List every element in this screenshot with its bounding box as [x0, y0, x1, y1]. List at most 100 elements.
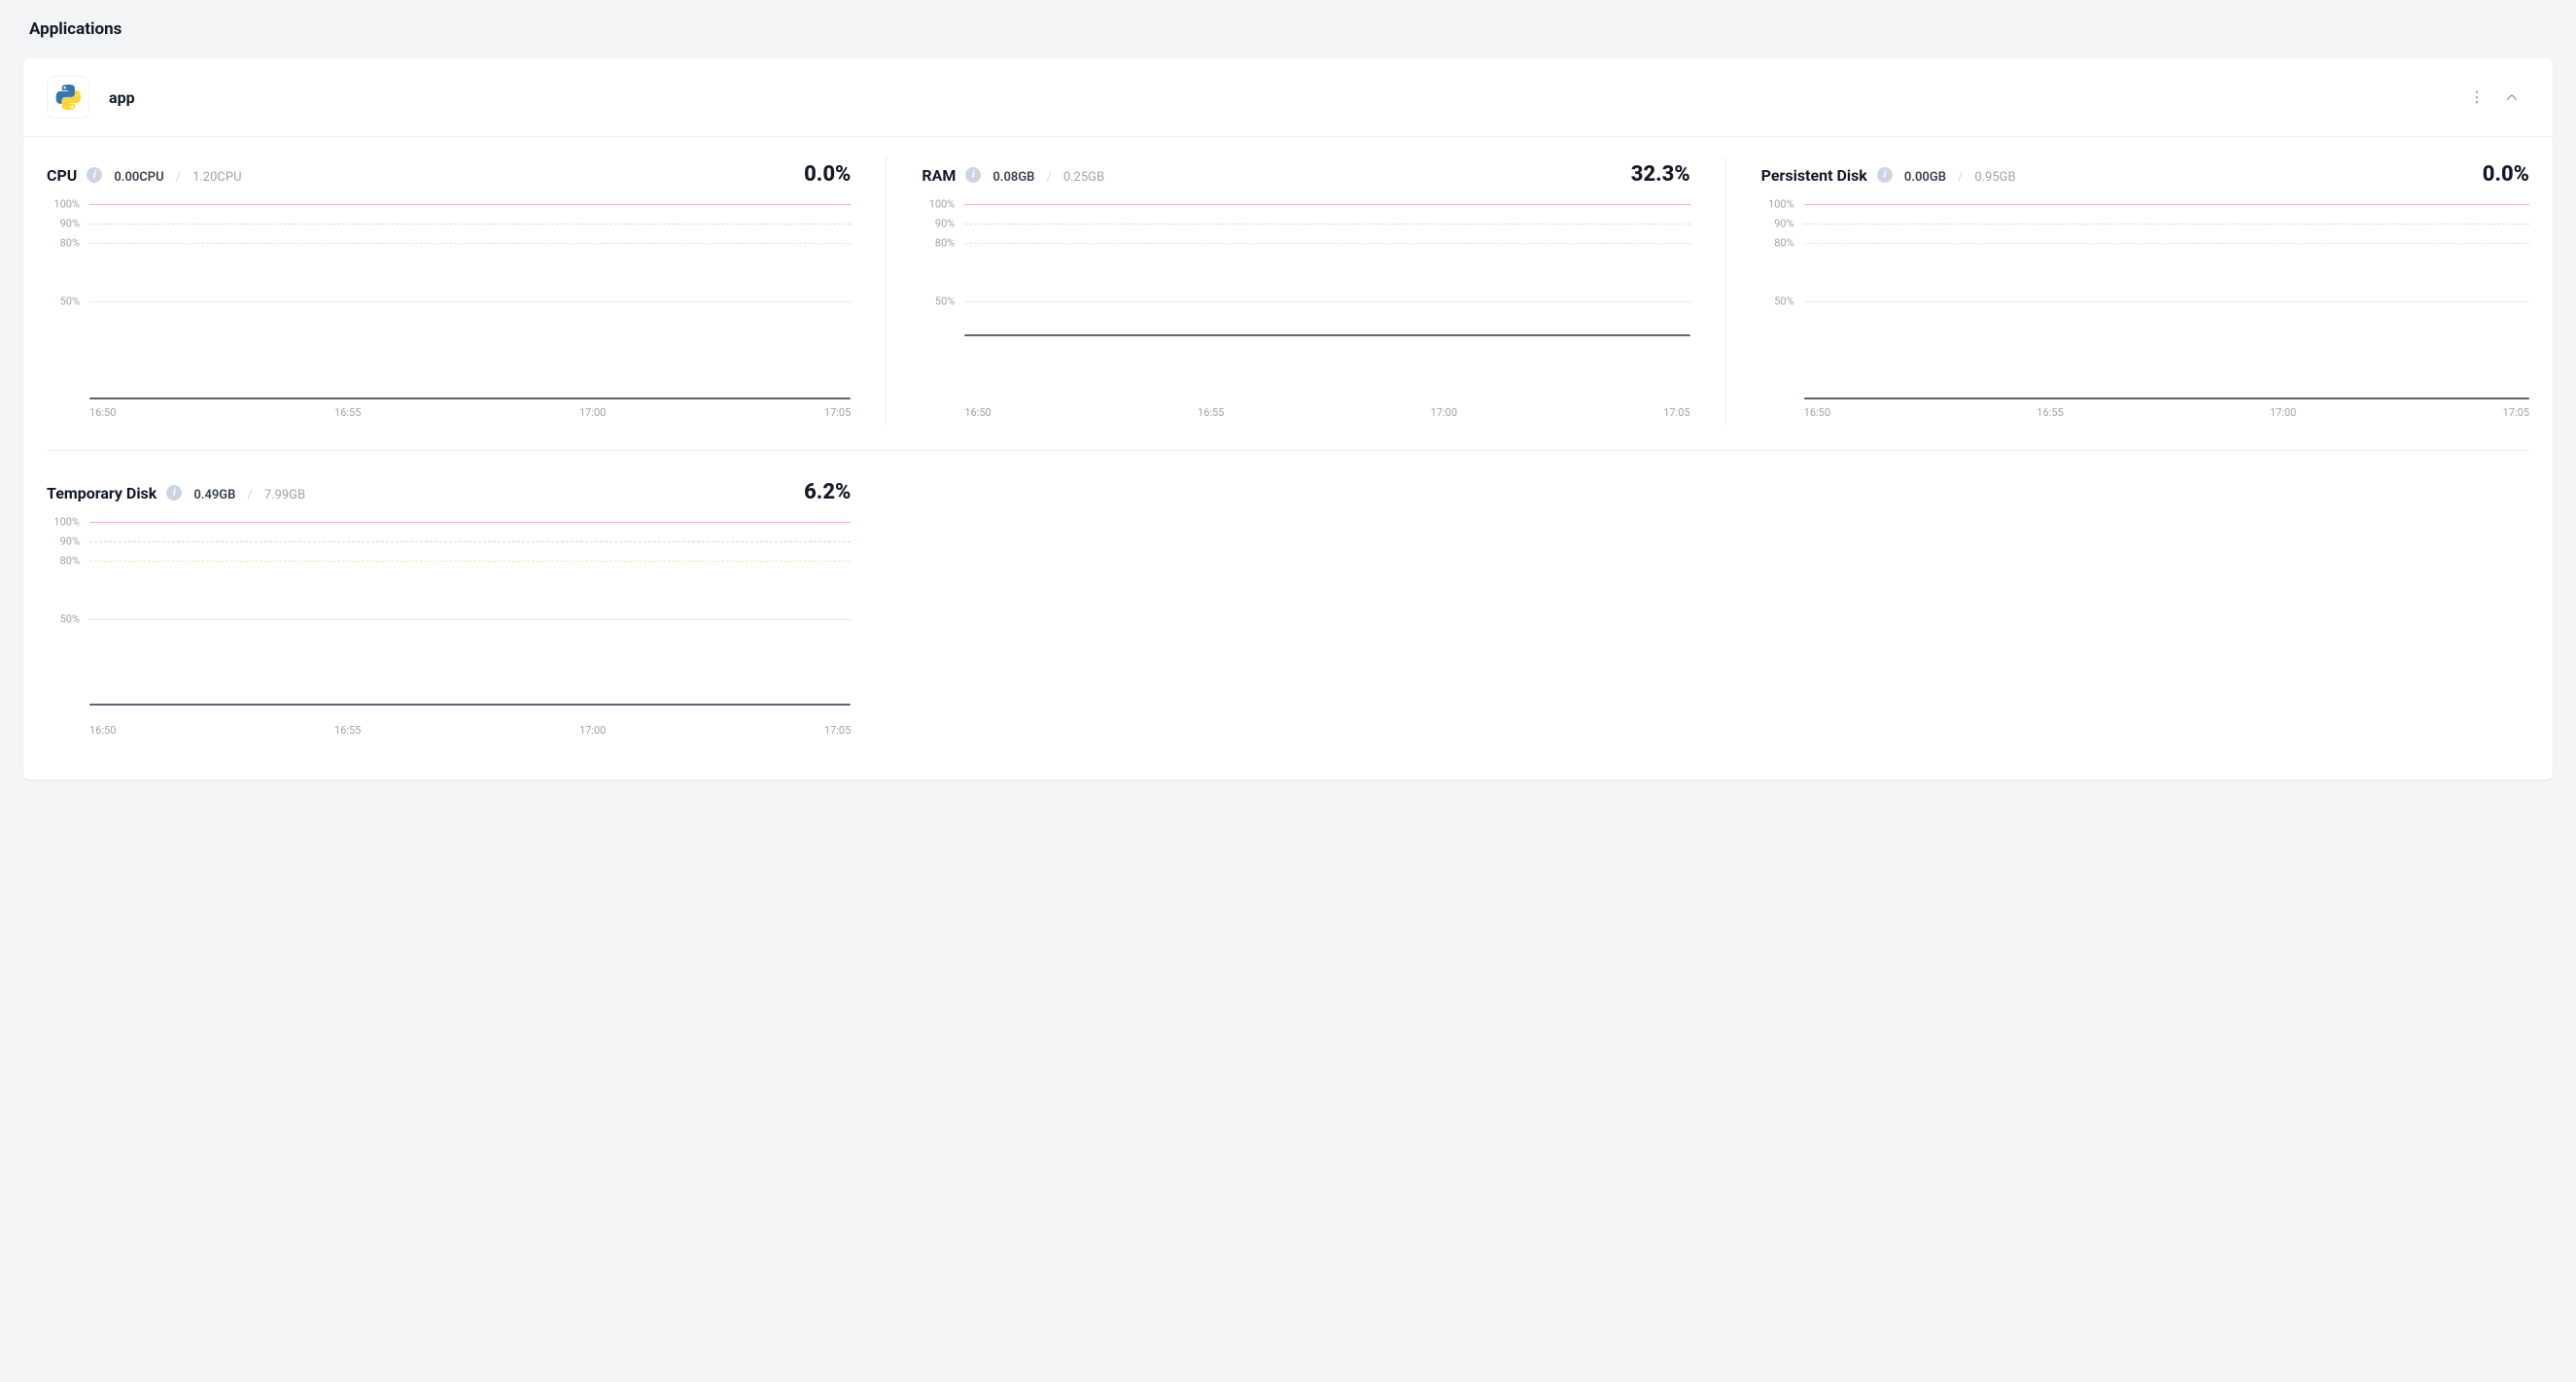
- data-line: [89, 704, 851, 706]
- metric-cpu: CPU i 0.00CPU / 1.20CPU 0.0% 100%90%80%5…: [47, 156, 851, 427]
- y-tick: 50%: [1774, 295, 1793, 308]
- x-tick: 16:50: [89, 406, 116, 419]
- metric-title: CPU: [47, 166, 77, 185]
- gridline: [89, 522, 851, 523]
- more-menu-button[interactable]: [2459, 80, 2494, 115]
- info-icon[interactable]: i: [1877, 167, 1893, 183]
- metric-percent: 32.3%: [1631, 162, 1690, 187]
- chart-y-axis: 100%90%80%50%: [47, 204, 80, 398]
- x-tick: 17:05: [1663, 406, 1689, 419]
- app-card: app CPU i 0.00CPU / 1.20CPU 0.0%: [23, 58, 2553, 779]
- x-tick: 17:05: [824, 724, 851, 737]
- x-tick: 17:00: [1431, 406, 1457, 419]
- app-name: app: [109, 88, 135, 107]
- metric-percent: 6.2%: [804, 480, 851, 504]
- y-tick: 100%: [929, 198, 956, 211]
- metric-limit: 7.99GB: [264, 488, 305, 502]
- metric-chart-ram: 100%90%80%50%: [922, 204, 1689, 398]
- metric-used: 0.00CPU: [114, 170, 163, 185]
- chart-y-axis: 100%90%80%50%: [1761, 204, 1794, 398]
- metric-chart-tdisk: 100%90%80%50%: [47, 522, 851, 716]
- app-icon-container: [47, 76, 89, 119]
- y-tick: 100%: [1768, 198, 1794, 211]
- gridline: [89, 541, 851, 542]
- x-tick: 16:50: [89, 724, 116, 737]
- info-icon[interactable]: i: [166, 485, 182, 501]
- metric-temporary-disk: Temporary Disk i 0.49GB / 7.99GB 6.2% 10…: [47, 474, 851, 744]
- data-line: [1804, 397, 2529, 399]
- metric-used: 0.00GB: [1904, 170, 1946, 185]
- y-tick: 90%: [60, 536, 80, 548]
- y-tick: 100%: [53, 198, 80, 211]
- x-tick: 17:00: [579, 406, 606, 419]
- chart-y-axis: 100%90%80%50%: [47, 522, 80, 716]
- gridline: [89, 301, 851, 302]
- chart-x-axis: 16:50 16:55 17:00 17:05: [1761, 406, 2529, 419]
- metric-header-pdisk: Persistent Disk i 0.00GB / 0.95GB 0.0%: [1761, 162, 2529, 187]
- metric-chart-cpu: 100%90%80%50%: [47, 204, 851, 398]
- gridline: [964, 243, 1689, 244]
- y-tick: 90%: [935, 218, 955, 230]
- metric-limit: 0.95GB: [1974, 170, 2015, 185]
- chevron-up-icon: [2503, 88, 2521, 106]
- metric-title: RAM: [922, 166, 956, 185]
- gridline: [1804, 243, 2529, 244]
- y-tick: 80%: [935, 237, 955, 250]
- chart-plot: [1804, 204, 2529, 398]
- data-line: [964, 334, 1689, 336]
- x-tick: 17:05: [2503, 406, 2529, 419]
- chart-x-axis: 16:50 16:55 17:00 17:05: [922, 406, 1689, 419]
- gridline: [89, 243, 851, 244]
- x-tick: 16:50: [1804, 406, 1830, 419]
- info-icon[interactable]: i: [965, 167, 981, 183]
- metric-sep: /: [176, 170, 181, 185]
- y-tick: 80%: [60, 237, 80, 250]
- y-tick: 50%: [935, 295, 955, 308]
- gridline: [89, 619, 851, 620]
- y-tick: 80%: [1774, 237, 1793, 250]
- metric-sep: /: [1046, 170, 1051, 185]
- metric-persistent-disk: Persistent Disk i 0.00GB / 0.95GB 0.0% 1…: [1725, 156, 2529, 427]
- metric-percent: 0.0%: [2483, 162, 2529, 187]
- chart-plot: [89, 522, 851, 716]
- metrics-body: CPU i 0.00CPU / 1.20CPU 0.0% 100% 90% 80% 5…: [23, 137, 2553, 779]
- metrics-divider: [47, 450, 2529, 451]
- y-tick: 80%: [60, 555, 80, 568]
- data-line: [89, 397, 851, 399]
- info-icon[interactable]: i: [87, 167, 102, 183]
- page-title: Applications: [29, 19, 2553, 39]
- x-tick: 16:55: [334, 406, 361, 419]
- x-tick: 16:50: [964, 406, 991, 419]
- metrics-grid: CPU i 0.00CPU / 1.20CPU 0.0% 100% 90% 80% 5…: [47, 156, 2529, 744]
- app-header: app: [23, 58, 2553, 137]
- chart-x-axis: 16:50 16:55 17:00 17:05: [47, 406, 851, 419]
- gridline: [964, 301, 1689, 302]
- collapse-button[interactable]: [2494, 80, 2529, 115]
- x-tick: 17:00: [579, 724, 606, 737]
- metric-title: Temporary Disk: [47, 484, 157, 502]
- x-tick: 17:00: [2270, 406, 2296, 419]
- chart-plot: [89, 204, 851, 398]
- gridline: [1804, 224, 2529, 225]
- metric-limit: 1.20CPU: [192, 170, 241, 185]
- chart-plot: [964, 204, 1689, 398]
- metric-used: 0.49GB: [193, 488, 235, 502]
- gridline: [964, 204, 1689, 205]
- more-vertical-icon: [2468, 88, 2486, 106]
- gridline: [1804, 301, 2529, 302]
- x-tick: 16:55: [1198, 406, 1224, 419]
- metric-percent: 0.0%: [804, 162, 851, 187]
- x-tick: 16:55: [2036, 406, 2063, 419]
- metric-header-tdisk: Temporary Disk i 0.49GB / 7.99GB 6.2%: [47, 480, 851, 504]
- chart-x-axis: 16:5016:5517:0017:05: [47, 724, 851, 737]
- x-tick: 17:05: [824, 406, 851, 419]
- y-tick: 50%: [60, 613, 80, 626]
- metric-header-cpu: CPU i 0.00CPU / 1.20CPU 0.0%: [47, 162, 851, 187]
- metric-ram: RAM i 0.08GB / 0.25GB 32.3% 100% 90% 80% 50…: [886, 156, 1689, 427]
- metric-sep: /: [1958, 170, 1963, 185]
- metric-header-ram: RAM i 0.08GB / 0.25GB 32.3%: [922, 162, 1689, 187]
- python-icon: [55, 85, 81, 110]
- chart-y-axis: 100%90%80%50%: [922, 204, 955, 398]
- y-tick: 50%: [60, 295, 80, 308]
- gridline: [1804, 204, 2529, 205]
